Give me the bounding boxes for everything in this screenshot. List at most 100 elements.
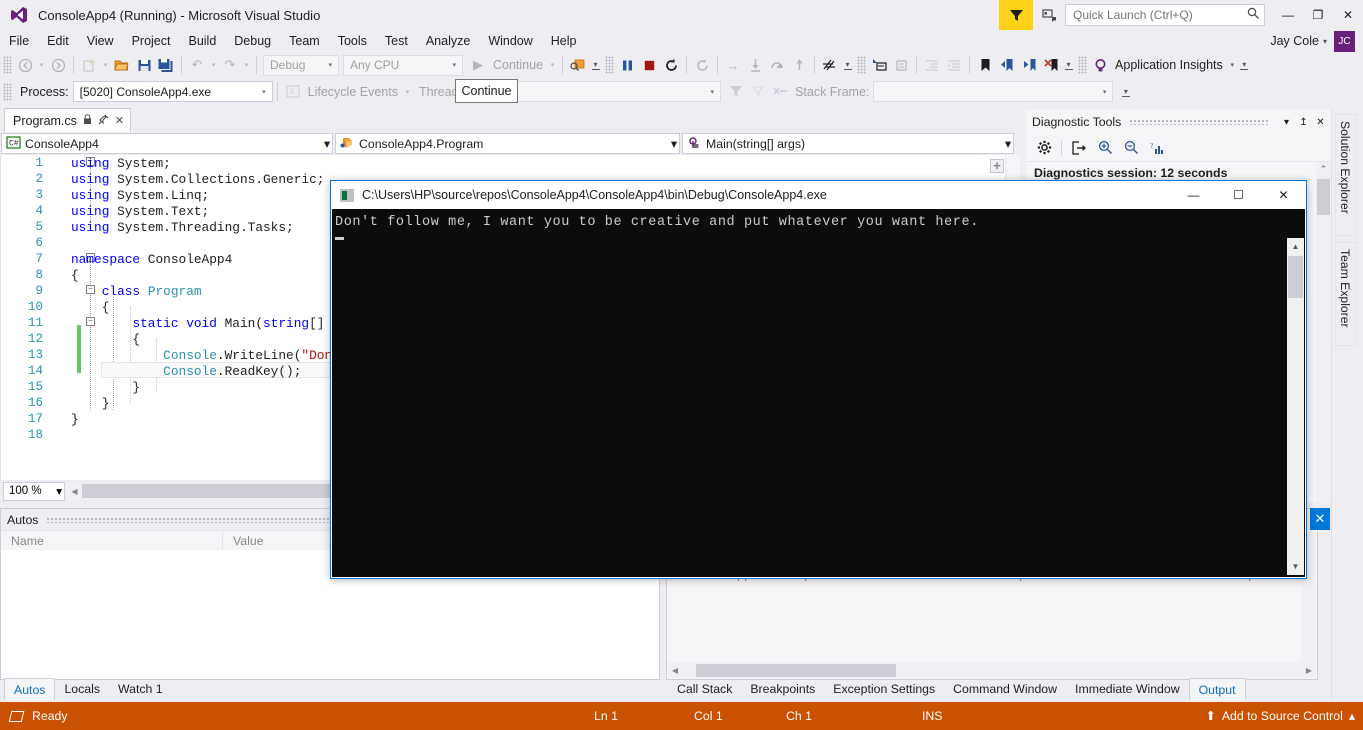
menu-test[interactable]: Test xyxy=(376,31,417,51)
restart-icon[interactable] xyxy=(660,54,682,76)
output-horizontal-scrollbar[interactable]: ◀ ▶ xyxy=(668,662,1316,678)
quick-launch-box[interactable] xyxy=(1065,4,1265,26)
application-insights-dropdown[interactable]: ▾ xyxy=(1227,54,1238,76)
send-feedback-icon[interactable] xyxy=(999,0,1033,30)
undo-icon[interactable]: ↶ xyxy=(186,54,208,76)
attach-overflow-icon[interactable]: ▾ xyxy=(589,54,602,76)
scroll-down-icon[interactable]: ▼ xyxy=(1287,558,1304,575)
status-source-control[interactable]: ⬆ Add to Source Control ▴ xyxy=(1206,709,1356,723)
toolbar-grip[interactable] xyxy=(857,56,867,74)
chevron-down-icon[interactable]: ▾ xyxy=(448,61,460,69)
lock-icon[interactable] xyxy=(83,113,92,128)
navigate-backward-icon[interactable] xyxy=(14,54,36,76)
application-insights-label[interactable]: Application Insights xyxy=(1111,58,1227,72)
next-bookmark-icon[interactable] xyxy=(1018,54,1040,76)
menu-view[interactable]: View xyxy=(78,31,123,51)
solution-configuration-combo[interactable]: Debug ▾ xyxy=(263,54,339,76)
stack-frame-combo[interactable]: ▾ xyxy=(873,81,1114,102)
rail-tab-solution-explorer[interactable]: Solution Explorer xyxy=(1335,114,1357,236)
tab-breakpoints[interactable]: Breakpoints xyxy=(741,678,824,700)
rail-tab-team-explorer[interactable]: Team Explorer xyxy=(1335,242,1357,346)
debug-toolbar-overflow-icon[interactable]: ▾ xyxy=(1119,81,1132,103)
scroll-left-icon[interactable]: ◀ xyxy=(67,487,82,496)
chevron-down-icon[interactable]: ▾ xyxy=(671,137,677,151)
close-button[interactable]: ✕ xyxy=(1333,0,1363,30)
editor-zoom-combo[interactable]: 100 % ▾ xyxy=(3,481,65,501)
pin-icon[interactable]: ↥ xyxy=(1295,112,1312,132)
quick-launch-input[interactable] xyxy=(1073,8,1247,22)
lifecycle-events-icon[interactable]: E xyxy=(282,81,304,103)
menu-debug[interactable]: Debug xyxy=(225,31,280,51)
scroll-left-icon[interactable]: ◀ xyxy=(668,666,682,675)
step-out-icon[interactable] xyxy=(788,54,810,76)
tab-call-stack[interactable]: Call Stack xyxy=(668,678,741,700)
toolbar-grip[interactable] xyxy=(605,56,615,74)
intellitrace-overflow-icon[interactable]: ▾ xyxy=(841,54,854,76)
menu-help[interactable]: Help xyxy=(542,31,586,51)
close-icon[interactable]: ✕ xyxy=(1312,112,1329,132)
gear-icon[interactable] xyxy=(1032,137,1056,159)
add-to-source-control-label[interactable]: Add to Source Control xyxy=(1222,709,1343,723)
zoom-out-icon[interactable] xyxy=(1119,137,1143,159)
navigate-forward-icon[interactable] xyxy=(47,54,69,76)
chart-icon[interactable]: ? xyxy=(1145,137,1169,159)
clear-bookmarks-icon[interactable] xyxy=(1040,54,1062,76)
chevron-down-icon[interactable]: ▾ xyxy=(324,61,336,69)
attach-to-process-icon[interactable] xyxy=(567,54,589,76)
chevron-down-icon[interactable]: ▾ xyxy=(1323,37,1327,46)
scroll-thumb[interactable] xyxy=(1288,256,1303,298)
continue-play-icon[interactable]: ▶ xyxy=(467,54,489,76)
continue-dropdown[interactable]: ▾ xyxy=(547,54,558,76)
chevron-down-icon[interactable]: ▾ xyxy=(56,484,62,498)
export-icon[interactable] xyxy=(1067,137,1091,159)
undo-dropdown[interactable]: ▾ xyxy=(208,54,219,76)
continue-label[interactable]: Continue xyxy=(489,58,547,72)
tab-exception-settings[interactable]: Exception Settings xyxy=(824,678,944,700)
solution-platform-combo[interactable]: Any CPU ▾ xyxy=(343,54,463,76)
menu-project[interactable]: Project xyxy=(123,31,180,51)
process-combo[interactable]: [5020] ConsoleApp4.exe ▾ xyxy=(72,81,273,102)
minimize-button[interactable]: — xyxy=(1273,0,1303,30)
console-scrollbar[interactable]: ▲ ▼ xyxy=(1287,238,1304,575)
tab-command-window[interactable]: Command Window xyxy=(944,678,1066,700)
new-project-icon[interactable] xyxy=(78,54,100,76)
step-into-icon[interactable] xyxy=(744,54,766,76)
redo-dropdown[interactable]: ▾ xyxy=(241,54,252,76)
tab-watch-1[interactable]: Watch 1 xyxy=(109,678,172,700)
toolbar-grip[interactable] xyxy=(3,82,12,101)
member-selector-combo[interactable]: Main(string[] args) ▾ xyxy=(682,133,1014,154)
autos-column-name[interactable]: Name xyxy=(1,531,223,550)
toolbar-overflow-icon[interactable]: ▾ xyxy=(1238,54,1251,76)
hot-reload-refresh-icon[interactable] xyxy=(691,54,713,76)
intellitrace-icon[interactable] xyxy=(819,54,841,76)
new-project-dropdown[interactable]: ▾ xyxy=(100,54,111,76)
open-file-icon[interactable] xyxy=(111,54,133,76)
console-title-bar[interactable]: C:\Users\HP\source\repos\ConsoleApp4\Con… xyxy=(331,181,1306,209)
step-over-icon[interactable] xyxy=(766,54,788,76)
user-account-area[interactable]: Jay Cole ▾ JC xyxy=(1270,30,1363,52)
chevron-down-icon[interactable]: ▾ xyxy=(1099,88,1111,96)
save-all-icon[interactable] xyxy=(155,54,177,76)
comment-selection-icon[interactable] xyxy=(868,54,890,76)
panel-drag-dots[interactable] xyxy=(1129,119,1270,125)
scroll-right-icon[interactable]: ▶ xyxy=(1302,666,1316,675)
console-close-button[interactable]: ✕ xyxy=(1261,181,1306,209)
close-highlight-button[interactable]: ✕ xyxy=(1310,508,1330,530)
console-minimize-button[interactable]: — xyxy=(1171,181,1216,209)
menu-team[interactable]: Team xyxy=(280,31,329,51)
diagnostics-vertical-scrollbar[interactable]: ⌃ xyxy=(1316,162,1331,502)
menu-file[interactable]: File xyxy=(0,31,38,51)
tab-locals[interactable]: Locals xyxy=(55,678,109,700)
toolbar-grip[interactable] xyxy=(1078,56,1088,74)
scroll-up-icon[interactable]: ▲ xyxy=(1287,238,1304,255)
bookmark-overflow-icon[interactable]: ▾ xyxy=(1062,54,1075,76)
lifecycle-events-label[interactable]: Lifecycle Events xyxy=(304,85,402,99)
uncomment-selection-icon[interactable] xyxy=(890,54,912,76)
chevron-down-icon[interactable]: ▾ xyxy=(258,88,270,96)
tab-output[interactable]: Output xyxy=(1188,678,1246,700)
toolbar-grip[interactable] xyxy=(3,56,12,74)
console-output-area[interactable]: Don't follow me, I want you to be creati… xyxy=(332,209,1305,577)
lifecycle-events-dropdown[interactable]: ▾ xyxy=(402,81,413,103)
chevron-down-icon[interactable]: ▾ xyxy=(1278,112,1295,132)
restore-button[interactable]: ❐ xyxy=(1303,0,1333,30)
